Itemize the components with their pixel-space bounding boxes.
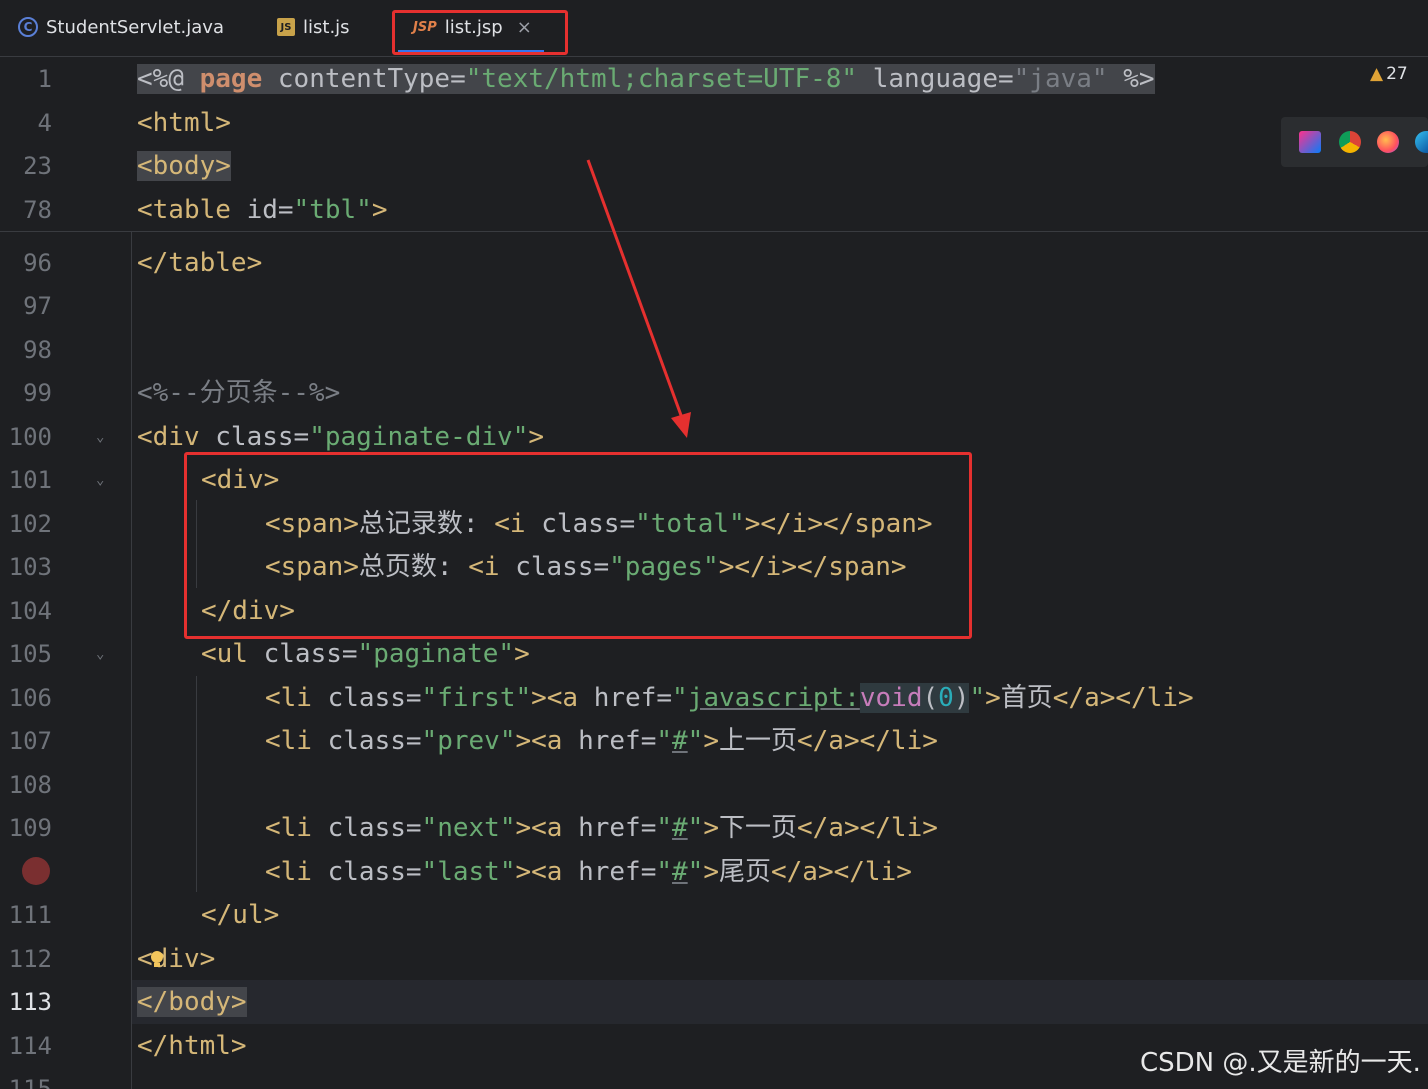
code-line-78[interactable]: <table id="tbl">	[137, 188, 387, 232]
java-class-icon: C	[18, 17, 38, 37]
chrome-icon[interactable]	[1339, 131, 1361, 153]
line-number: 96	[23, 249, 52, 277]
code-line-99[interactable]: <%--分页条--%>	[137, 371, 340, 415]
indent-guide	[196, 676, 197, 892]
tab-list-js[interactable]: JS list.js	[277, 0, 350, 54]
line-number: 23	[23, 152, 52, 180]
annotation-box-tab	[392, 10, 568, 55]
code-line-114[interactable]: </html>	[137, 1024, 247, 1068]
code-line-23[interactable]: <body>	[137, 144, 231, 188]
code-line-4[interactable]: <html>	[137, 101, 231, 145]
line-number: 98	[23, 336, 52, 364]
breakpoint-icon[interactable]	[22, 857, 50, 885]
code-line-106[interactable]: <li class="first"><a href="javascript:vo…	[265, 676, 1194, 720]
editor-tab-bar: C StudentServlet.java JS list.js JSP lis…	[0, 0, 1428, 57]
browser-preview-toolbar	[1281, 117, 1428, 167]
code-line-113[interactable]: </body>	[137, 980, 247, 1024]
line-number: 107	[8, 727, 52, 755]
code-line-112[interactable]: < div>	[137, 937, 215, 981]
line-number: 97	[23, 292, 52, 320]
line-number: 4	[37, 109, 52, 137]
watermark: CSDN @.又是新的一天.	[1140, 1048, 1421, 1078]
line-number: 101	[8, 466, 52, 494]
line-number: 102	[8, 510, 52, 538]
intellij-icon[interactable]	[1299, 131, 1321, 153]
code-line-107[interactable]: <li class="prev"><a href="#">上一页</a></li…	[265, 719, 938, 763]
warning-icon: ▲	[1370, 64, 1384, 84]
edge-icon[interactable]	[1415, 131, 1428, 153]
line-number: 115	[8, 1075, 52, 1089]
line-number: 78	[23, 196, 52, 224]
line-number: 109	[8, 814, 52, 842]
line-number: 114	[8, 1032, 52, 1060]
tab-student-servlet-java[interactable]: C StudentServlet.java	[18, 0, 224, 54]
tab-label: StudentServlet.java	[46, 16, 224, 38]
line-number-current: 113	[8, 988, 52, 1016]
fold-chevron-icon[interactable]: ⌄	[96, 415, 104, 459]
line-number: 108	[8, 771, 52, 799]
warning-count: 27	[1386, 64, 1408, 84]
line-number: 106	[8, 684, 52, 712]
code-line-96[interactable]: </table>	[137, 241, 262, 285]
code-line-109[interactable]: <li class="next"><a href="#">下一页</a></li…	[265, 806, 938, 850]
inspection-widget[interactable]: ▲ 27	[1370, 64, 1408, 84]
tab-label: list.js	[303, 16, 350, 38]
line-number: 99	[23, 379, 52, 407]
annotation-box-code	[184, 452, 972, 639]
line-number: 100	[8, 423, 52, 451]
gutter-divider	[131, 232, 132, 1089]
code-line-1[interactable]: <%@ page contentType="text/html;charset=…	[137, 57, 1155, 101]
js-file-icon: JS	[277, 18, 295, 36]
line-number: 104	[8, 597, 52, 625]
firefox-icon[interactable]	[1377, 131, 1399, 153]
code-line-110[interactable]: <li class="last"><a href="#">尾页</a></li>	[265, 850, 912, 894]
fold-chevron-icon[interactable]: ⌄	[96, 632, 104, 676]
line-number: 103	[8, 553, 52, 581]
line-number: 105	[8, 640, 52, 668]
line-number: 112	[8, 945, 52, 973]
fold-chevron-icon[interactable]: ⌄	[96, 458, 104, 502]
line-number: 111	[8, 901, 52, 929]
line-number: 1	[37, 65, 52, 93]
code-line-111[interactable]: </ul>	[201, 893, 279, 937]
